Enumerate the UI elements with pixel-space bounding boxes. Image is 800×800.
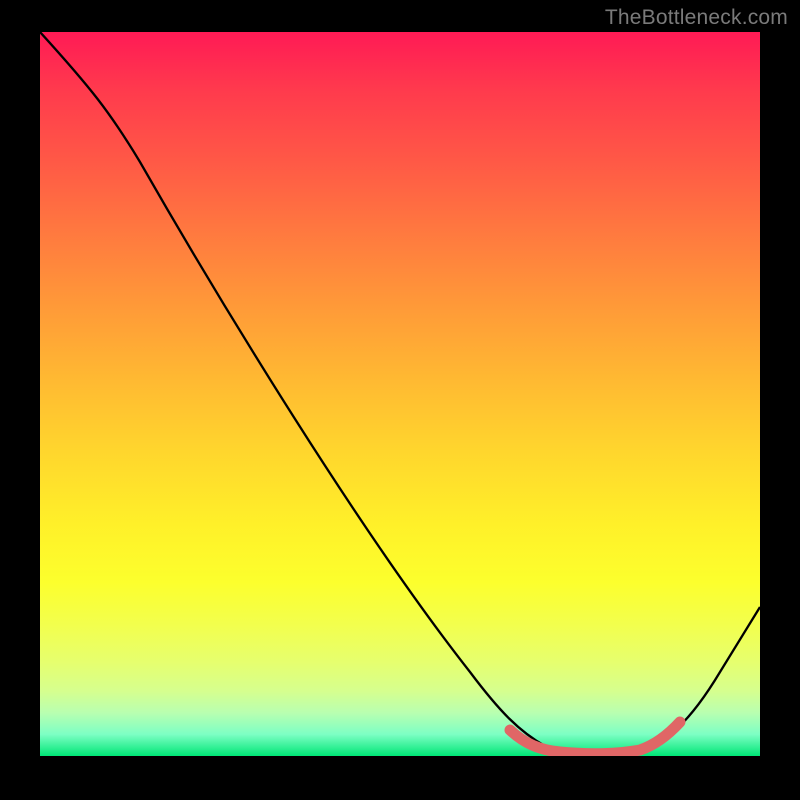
watermark-text: TheBottleneck.com: [605, 6, 788, 30]
bottleneck-curve-path: [40, 32, 760, 753]
plot-area: [40, 32, 760, 756]
bottleneck-curve-svg: [40, 32, 760, 756]
optimal-band-path: [510, 722, 680, 754]
chart-stage: TheBottleneck.com: [0, 0, 800, 800]
